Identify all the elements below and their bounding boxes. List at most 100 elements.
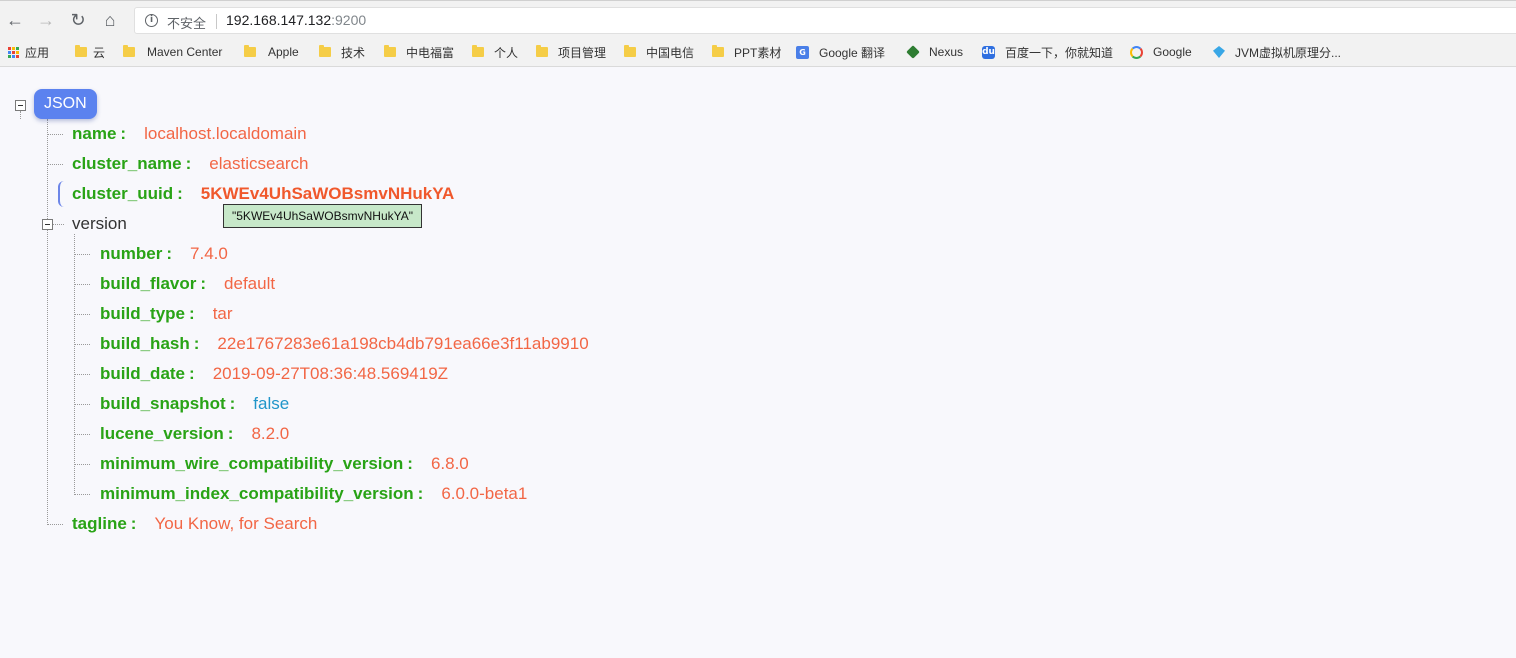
bookmark-label: Maven Center — [147, 45, 223, 59]
folder-icon — [244, 45, 256, 57]
browser-toolbar: ← → ↻ ⌂ i 不安全 192.168.147.132:9200 — [0, 0, 1516, 39]
folder-icon — [384, 45, 396, 57]
json-key: build_snapshot — [100, 394, 226, 413]
tree-guide-line — [74, 284, 90, 285]
folder-icon — [472, 45, 484, 57]
json-string-value: elasticsearch — [209, 154, 309, 173]
folder-icon — [712, 45, 724, 57]
bookmark-folder-apple[interactable]: Apple — [244, 44, 299, 60]
bookmark-folder-telecom[interactable]: 中国电信 — [624, 44, 694, 60]
json-row-tagline[interactable]: tagline: You Know, for Search — [72, 513, 317, 535]
json-row-build-type[interactable]: build_type: tar — [100, 303, 233, 325]
folder-icon — [75, 45, 87, 57]
tree-guide-line — [74, 314, 90, 315]
tree-guide-line — [20, 111, 21, 119]
bookmark-label: 百度一下，你就知道 — [1005, 45, 1114, 60]
bookmark-folder-personal[interactable]: 个人 — [472, 44, 518, 60]
json-row-name[interactable]: name: localhost.localdomain — [72, 123, 307, 145]
json-key: cluster_name — [72, 154, 182, 173]
json-string-value: default — [224, 274, 276, 293]
url-host: 192.168.147.132 — [226, 12, 332, 28]
folder-icon — [624, 45, 636, 57]
tree-guide-line — [74, 374, 90, 375]
address-bar[interactable]: i 不安全 192.168.147.132:9200 — [134, 7, 1516, 34]
json-row-build-snapshot[interactable]: build_snapshot: false — [100, 393, 289, 415]
json-row-build-hash[interactable]: build_hash:22e1767283e61a198cb4db791ea66… — [100, 333, 589, 355]
json-colon: : — [189, 364, 195, 383]
json-string-value: tar — [212, 304, 233, 323]
folder-icon — [123, 45, 135, 57]
bookmark-label: Apple — [268, 45, 299, 59]
json-string-value: 6.0.0-beta1 — [441, 484, 528, 503]
json-string-value: You Know, for Search — [154, 514, 318, 533]
bookmark-folder-ppt[interactable]: PPT素材 — [712, 44, 781, 60]
json-colon: : — [189, 304, 195, 323]
json-key: build_hash — [100, 334, 190, 353]
bookmark-label: 技术 — [341, 45, 366, 60]
back-arrow-icon[interactable]: ← — [5, 10, 25, 30]
reload-icon[interactable]: ↻ — [68, 10, 88, 30]
folder-icon — [536, 45, 548, 57]
home-icon[interactable]: ⌂ — [100, 10, 120, 30]
bookmark-folder-cloud[interactable]: 云 — [75, 44, 105, 60]
tree-guide-line — [74, 234, 75, 495]
bookmark-baidu[interactable]: du 百度一下，你就知道 — [982, 44, 1113, 60]
json-colon: : — [227, 424, 234, 443]
json-row-build-flavor[interactable]: build_flavor: default — [100, 273, 275, 295]
tree-guide-line — [74, 254, 90, 255]
tree-guide-line — [74, 464, 90, 465]
security-label[interactable]: 不安全 — [167, 13, 206, 32]
json-key: cluster_uuid — [72, 184, 174, 203]
json-colon: : — [200, 274, 207, 293]
json-row-build-date[interactable]: build_date:2019-09-27T08:36:48.569419Z — [100, 363, 448, 385]
bookmark-jvm[interactable]: JVM虚拟机原理分... — [1213, 44, 1341, 60]
json-row-number[interactable]: number:7.4.0 — [100, 243, 228, 265]
json-key: tagline — [72, 514, 127, 533]
collapse-root-toggle[interactable] — [15, 100, 26, 111]
bookmark-google-translate[interactable]: G Google 翻译 — [796, 44, 885, 60]
apps-grid-icon — [8, 46, 19, 58]
json-colon: : — [130, 514, 137, 533]
json-string-value: 6.8.0 — [430, 454, 469, 473]
json-row-min-index-compat[interactable]: minimum_index_compatibility_version:6.0.… — [100, 483, 527, 505]
forward-arrow-icon[interactable]: → — [36, 10, 56, 30]
bookmark-folder-ceff[interactable]: 中电福富 — [384, 44, 454, 60]
google-icon — [1130, 45, 1143, 59]
bookmark-label: 项目管理 — [558, 45, 607, 60]
bookmarks-bar: 应用 云 Maven Center Apple 技术 中电福富 个人 项目管理 … — [0, 38, 1516, 67]
bookmark-label: JVM虚拟机原理分... — [1235, 45, 1342, 60]
json-string-value: 22e1767283e61a198cb4db791ea66e3f11ab9910 — [217, 334, 589, 353]
json-key: minimum_wire_compatibility_version — [100, 454, 404, 473]
bookmark-label: 中国电信 — [646, 45, 695, 60]
json-row-version[interactable]: version — [72, 213, 127, 235]
json-key: minimum_index_compatibility_version — [100, 484, 414, 503]
json-root-badge[interactable]: JSON — [34, 89, 97, 119]
tree-guide-line — [74, 404, 90, 405]
bookmark-label: Google 翻译 — [819, 45, 886, 60]
bookmark-folder-pm[interactable]: 项目管理 — [536, 44, 606, 60]
bookmark-google[interactable]: Google — [1130, 44, 1192, 60]
json-row-min-wire-compat[interactable]: minimum_wire_compatibility_version:6.8.0 — [100, 453, 469, 475]
json-key: version — [72, 214, 127, 233]
json-string-value: 5KWEv4UhSaWOBsmvNHukYA — [200, 184, 455, 203]
bookmark-folder-maven[interactable]: Maven Center — [123, 44, 222, 60]
json-row-cluster-uuid[interactable]: cluster_uuid:5KWEv4UhSaWOBsmvNHukYA — [72, 183, 454, 205]
info-icon[interactable]: i — [145, 14, 158, 27]
collapse-version-toggle[interactable] — [42, 219, 53, 230]
json-row-lucene-version[interactable]: lucene_version:8.2.0 — [100, 423, 289, 445]
json-key: lucene_version — [100, 424, 224, 443]
url-text[interactable]: 192.168.147.132:9200 — [226, 12, 366, 28]
json-colon: : — [229, 394, 236, 413]
json-key: build_flavor — [100, 274, 197, 293]
json-string-value: localhost.localdomain — [144, 124, 307, 143]
google-translate-icon: G — [796, 45, 809, 59]
tree-guide-line — [74, 434, 90, 435]
tree-guide-line — [74, 494, 90, 495]
json-string-value: 8.2.0 — [251, 424, 290, 443]
bookmark-folder-tech[interactable]: 技术 — [319, 44, 365, 60]
jvm-icon — [1213, 46, 1225, 58]
bookmark-nexus[interactable]: Nexus — [906, 44, 963, 60]
bookmark-apps[interactable]: 应用 — [8, 44, 49, 60]
json-row-cluster-name[interactable]: cluster_name: elasticsearch — [72, 153, 309, 175]
json-key: name — [72, 124, 117, 143]
